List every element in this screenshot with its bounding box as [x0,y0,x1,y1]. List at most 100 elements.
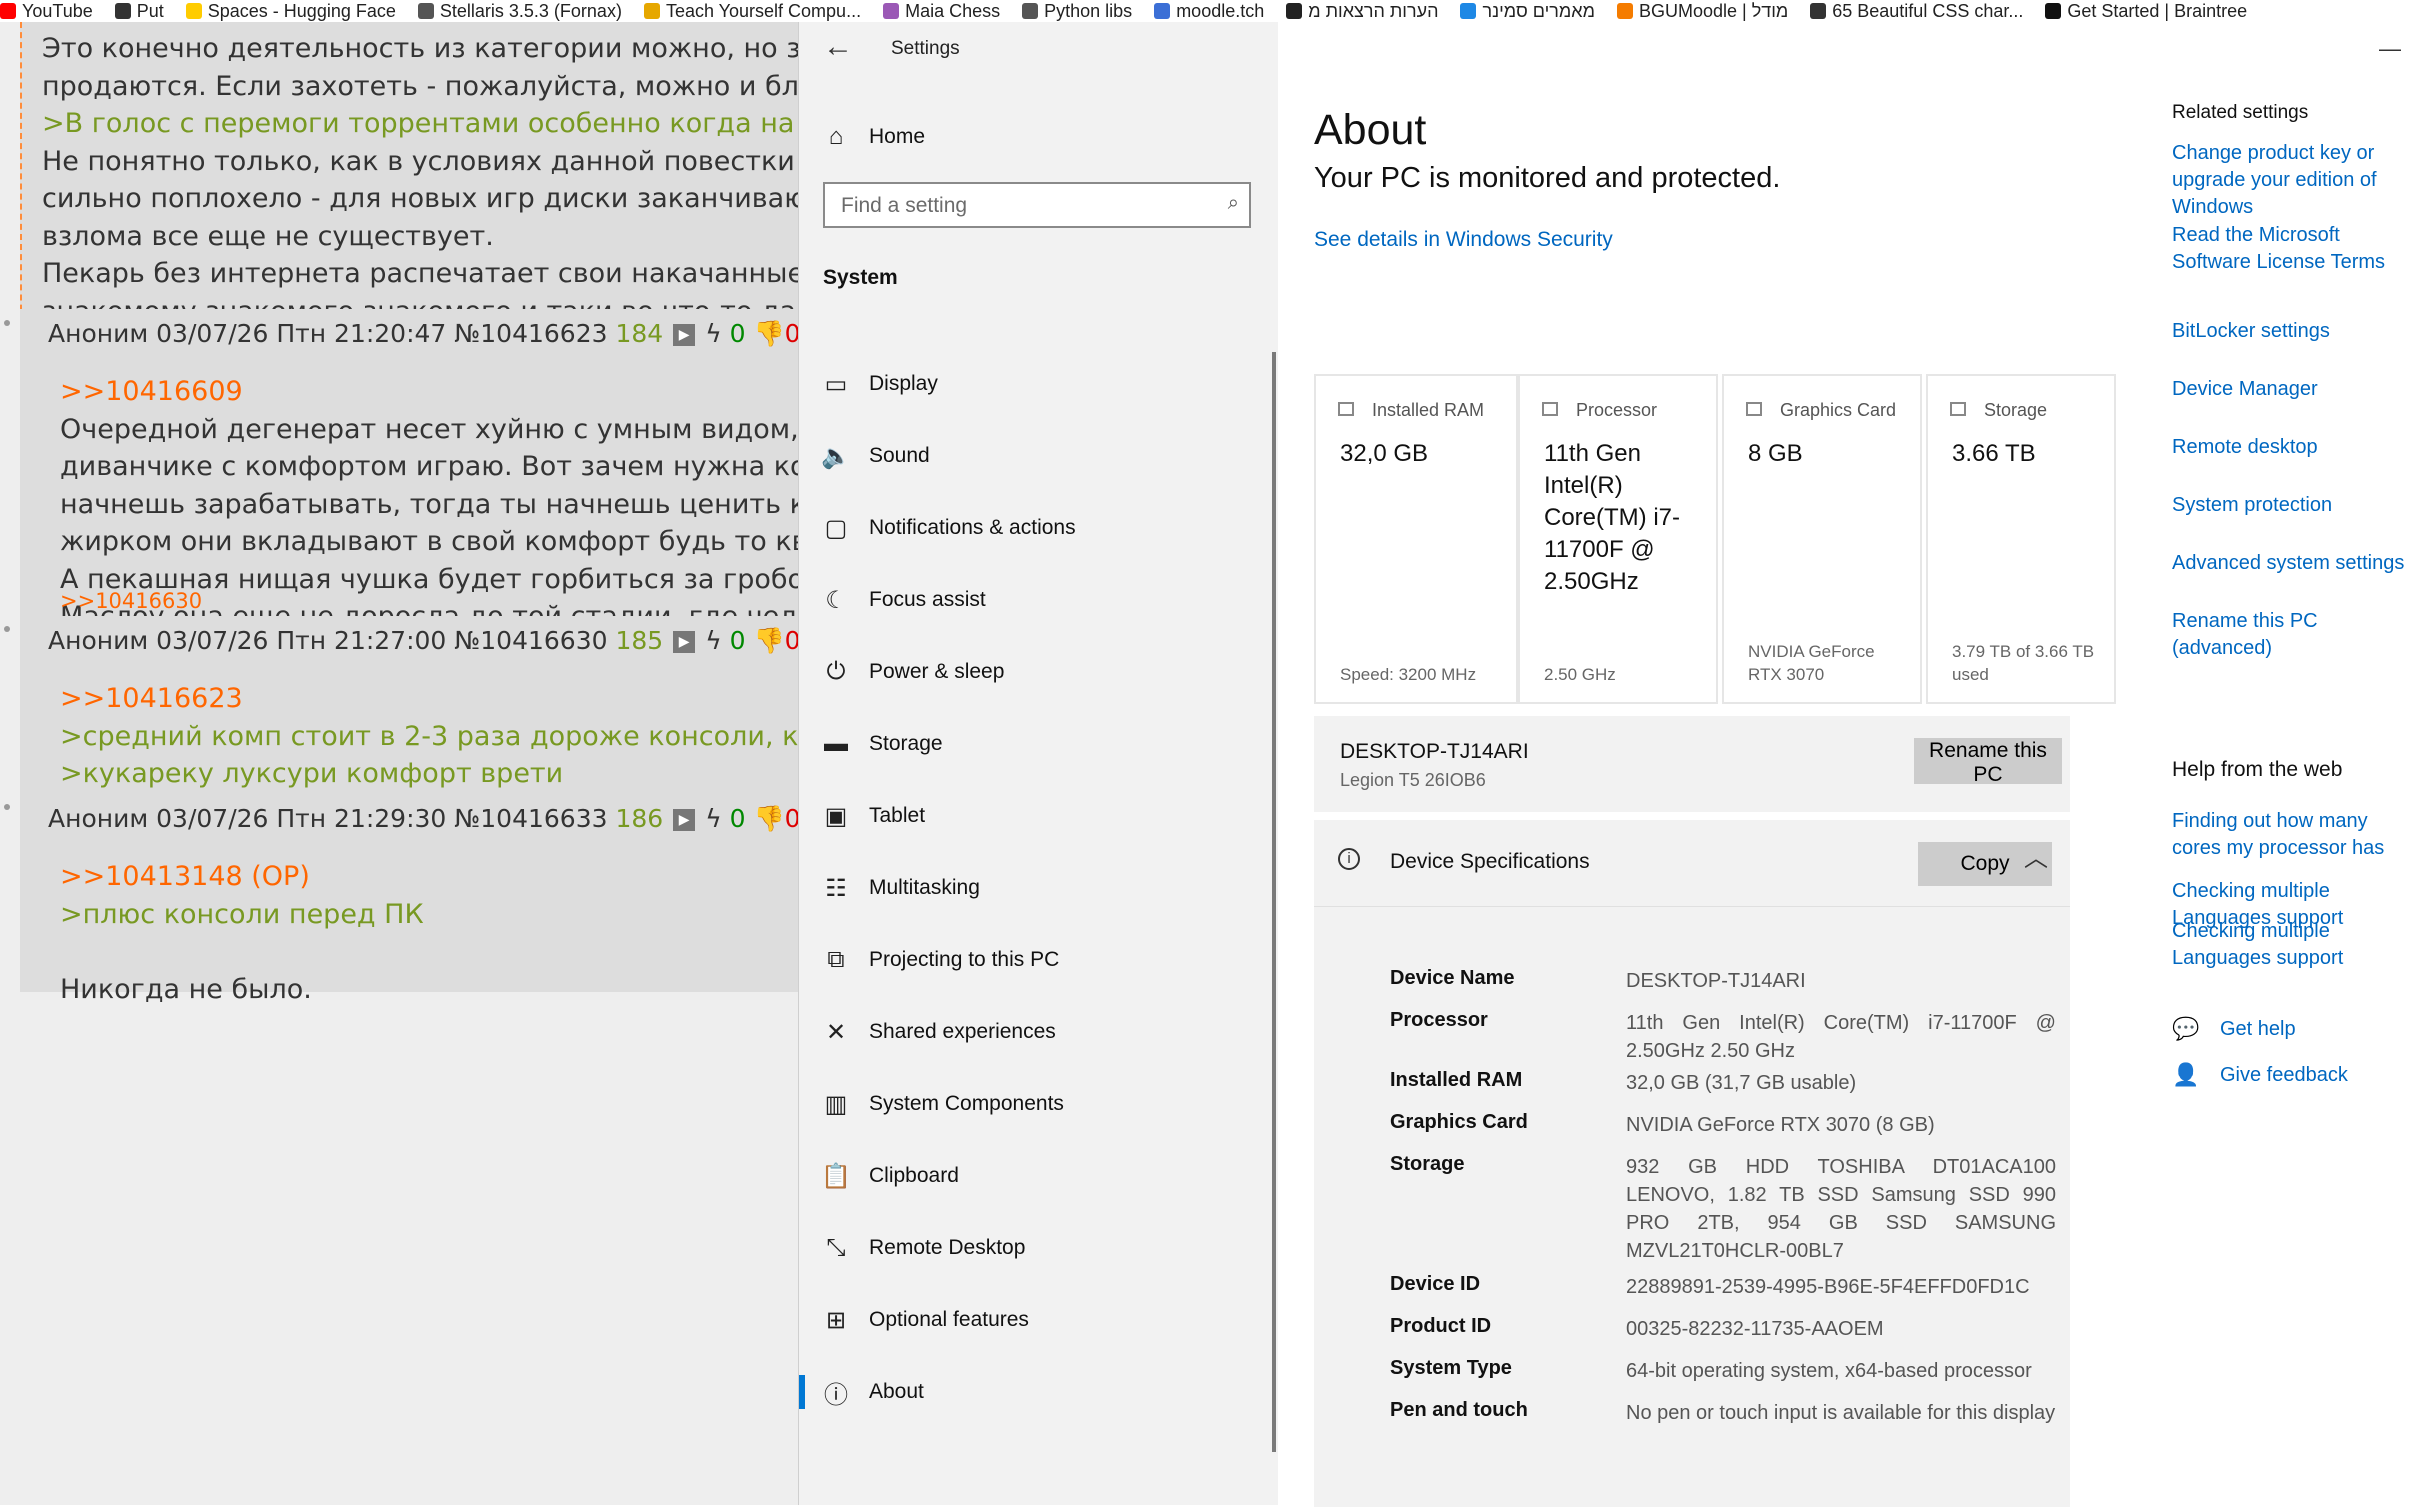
bookmark-item[interactable]: Maia Chess [883,1,1000,22]
search-placeholder: Find a setting [841,194,968,217]
play-icon[interactable]: ▶ [673,324,696,346]
bookmark-item[interactable]: Python libs [1022,1,1132,22]
spec-key: Pen and touch [1390,1399,1528,1421]
nav-item-notifications-actions[interactable]: ▢ Notifications & actions [799,499,1279,557]
card-value: 3.66 TB [1952,440,2036,467]
nav-item-clipboard[interactable]: 📋 Clipboard [799,1147,1279,1205]
card-title: Processor [1576,400,1658,420]
device-specifications-header[interactable]: i Device Specifications Copy ︿ [1314,820,2070,906]
bookmark-label: BGUMoodle | מודל [1638,0,1789,21]
spec-key: Device Name [1390,967,1515,989]
nav-item-system-components[interactable]: ▥ System Components [799,1075,1279,1133]
nav-item-tablet[interactable]: ▣ Tablet [799,787,1279,845]
display-icon: ▭ [824,370,848,398]
dislike-icon[interactable]: 👎 [746,804,784,833]
nav-item-storage[interactable]: ▬ Storage [799,715,1279,773]
post-text-line: жирком они вкладывают в свой комфорт буд… [60,526,800,557]
help-link[interactable]: Finding out how many cores my processor … [2172,808,2411,862]
play-icon[interactable]: ▶ [673,809,696,831]
related-link[interactable]: Change product key or upgrade your editi… [2172,140,2411,221]
bookmark-item[interactable]: Stellaris 3.5.3 (Fornax) [417,1,622,22]
nav-item-focus-assist[interactable]: ☾ Focus assist [799,571,1279,629]
nav-item-optional-features[interactable]: ⊞ Optional features [799,1291,1279,1349]
post-number: 184 [615,319,664,348]
page-title: About [1314,106,1427,154]
bookmark-item[interactable]: moodle.tch [1154,1,1264,22]
bookmark-item[interactable]: Put [114,1,164,22]
device-specifications-title: Device Specifications [1390,850,1590,873]
nav-item-remote-desktop[interactable]: ⤡ Remote Desktop [799,1219,1279,1277]
multitasking-icon: ☷ [825,874,847,902]
bookmark-icon [417,3,434,19]
bookmark-icon [1154,3,1171,19]
spec-card: Processor 11th Gen Intel(R) Core(TM) i7-1… [1518,374,1718,704]
dislike-icon[interactable]: 👎 [746,626,784,655]
post-text-line: продаются. Если захотеть - пожалуйста, м… [42,70,800,102]
related-link[interactable]: Read the Microsoft Software License Term… [2172,222,2411,276]
related-link[interactable]: Device Manager [2172,376,2411,403]
bookmark-item[interactable]: YouTube [0,1,93,22]
related-link[interactable]: System protection [2172,492,2411,519]
post-text-line: взлома все еще не существует. [42,220,494,252]
nav-item-label: Shared experiences [869,1020,1056,1043]
reply-link[interactable]: >>10416623 [60,680,800,718]
dislike-icon[interactable]: 👎 [746,319,784,348]
related-link[interactable]: Advanced system settings [2172,550,2411,577]
post-text-line: Это конечно деятельность из категории мо… [42,33,800,64]
give-feedback-link[interactable]: Give feedback [2220,1062,2348,1089]
bookmark-icon [1286,3,1303,19]
card-title: Installed RAM [1372,400,1485,420]
bookmark-item[interactable]: Teach Yourself Compu... [643,0,862,22]
nav-item-shared-experiences[interactable]: ✕ Shared experiences [799,1003,1279,1061]
card-title: Graphics Card [1780,400,1897,420]
post-id[interactable]: №10416633 [454,804,615,833]
settings-search-input[interactable]: Find a setting ⌕ [823,182,1251,228]
reply-link[interactable]: >>10416630 [60,589,202,613]
lightning-icon[interactable]: ϟ [705,626,729,655]
bookmark-item[interactable]: 65 Beautiful CSS char... [1810,1,2023,22]
lightning-icon[interactable]: ϟ [705,319,729,348]
lightning-icon[interactable]: ϟ [705,804,729,833]
minimize-icon[interactable]: — [2379,36,2401,62]
chevron-up-icon[interactable]: ︿ [2024,838,2048,873]
nav-scrollbar[interactable] [1272,352,1276,1452]
nav-item-projecting-to-this-pc[interactable]: ⧉ Projecting to this PC [799,931,1279,989]
rename-pc-button[interactable]: Rename this PC [1914,738,2062,786]
play-icon[interactable]: ▶ [673,631,696,653]
post-id[interactable]: №10416630 [454,626,615,655]
nav-item-power-sleep[interactable]: ⏻ Power & sleep [799,643,1279,701]
nav-item-multitasking[interactable]: ☷ Multitasking [799,859,1279,917]
spec-value: DESKTOP-TJ14ARI [1626,970,1806,992]
help-link[interactable]: Checking multiple Languages support [2172,918,2411,972]
bookmark-icon [643,3,660,19]
bookmark-item[interactable]: הערות הרצאות מ [1286,1,1438,22]
bookmark-label: Teach Yourself Compu... [665,0,862,21]
like-count: 0 [729,319,746,348]
related-link[interactable]: Rename this PC (advanced) [2172,608,2411,662]
bookmark-item[interactable]: Spaces - Hugging Face [185,1,396,22]
related-link[interactable]: BitLocker settings [2172,318,2411,345]
nav-item-display[interactable]: ▭ Display [799,355,1279,413]
post-marker [4,320,10,326]
spec-key: Installed RAM [1390,1069,1523,1091]
reply-link[interactable]: >>10413148 (OP) [60,858,424,896]
reply-link[interactable]: >>10416609 [60,373,800,411]
spec-key: System Type [1390,1357,1512,1379]
bookmark-item[interactable]: מאמרים סמינר [1460,1,1595,22]
related-link[interactable]: Remote desktop [2172,434,2411,461]
card-value: 32,0 GB [1340,440,1429,467]
get-help-link[interactable]: Get help [2220,1016,2296,1043]
nav-home[interactable]: ⌂ Home [799,108,1279,166]
pc-name-panel: DESKTOP-TJ14ARI Legion T5 26IOB6 Rename … [1314,716,2070,812]
post-text-line: Очередной дегенерат несет хуйню с умным … [60,413,800,445]
post-text-line: Не понятно только, как в условиях данной… [42,145,800,177]
bookmark-item[interactable]: BGUMoodle | מודל [1616,0,1789,22]
nav-item-about[interactable]: ⓘ About [799,1363,1279,1421]
bookmark-item[interactable]: Get Started | Braintree [2045,1,2247,22]
windows-security-link[interactable]: See details in Windows Security [1314,228,1613,252]
back-arrow-icon[interactable]: ← [823,30,853,64]
forum-post: Аноним 03/07/26 Птн 21:27:00 №10416630 1… [20,616,800,827]
nav-item-sound[interactable]: 🔈 Sound [799,427,1279,485]
post-id[interactable]: №10416623 [454,319,615,348]
post-marker [4,804,10,810]
